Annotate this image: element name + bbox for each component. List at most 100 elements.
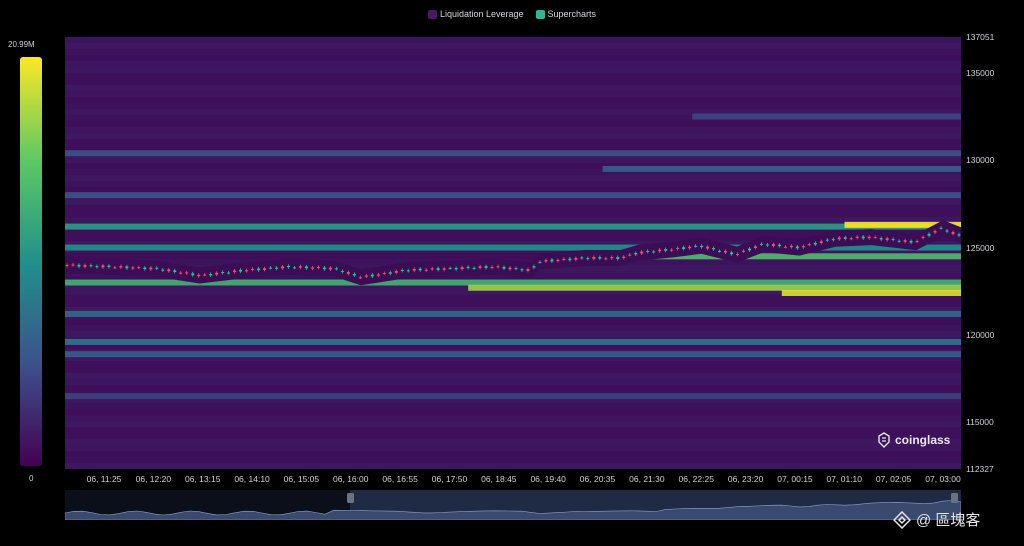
- candle[interactable]: [873, 237, 877, 239]
- candle[interactable]: [281, 266, 285, 269]
- candle[interactable]: [185, 272, 189, 274]
- candle[interactable]: [712, 248, 716, 250]
- candle[interactable]: [334, 268, 338, 270]
- candle[interactable]: [622, 256, 626, 258]
- candle[interactable]: [83, 265, 87, 267]
- candle[interactable]: [125, 266, 129, 269]
- candle[interactable]: [538, 262, 542, 264]
- candle[interactable]: [203, 274, 207, 276]
- candle[interactable]: [89, 265, 93, 267]
- candle[interactable]: [71, 264, 75, 266]
- candle[interactable]: [903, 240, 907, 242]
- candle[interactable]: [442, 268, 446, 270]
- candle[interactable]: [849, 238, 853, 240]
- candle[interactable]: [460, 267, 464, 270]
- candle[interactable]: [496, 266, 500, 268]
- liquidation-band[interactable]: [781, 289, 961, 296]
- candle[interactable]: [598, 257, 602, 259]
- candle[interactable]: [730, 252, 734, 255]
- candle[interactable]: [508, 267, 512, 270]
- candle[interactable]: [436, 268, 440, 271]
- liquidation-band[interactable]: [692, 113, 961, 120]
- candle[interactable]: [909, 240, 913, 243]
- candle[interactable]: [298, 266, 302, 268]
- candle[interactable]: [376, 274, 380, 276]
- candle[interactable]: [340, 271, 344, 273]
- candle[interactable]: [724, 250, 728, 253]
- candle[interactable]: [227, 272, 231, 274]
- candle[interactable]: [885, 238, 889, 241]
- candle[interactable]: [580, 257, 584, 259]
- liquidation-band[interactable]: [65, 393, 961, 400]
- candle[interactable]: [652, 251, 656, 253]
- candle[interactable]: [783, 246, 787, 248]
- candle[interactable]: [610, 257, 614, 259]
- candle[interactable]: [209, 274, 213, 276]
- candle[interactable]: [688, 246, 692, 249]
- candle[interactable]: [448, 268, 452, 270]
- candle[interactable]: [957, 234, 961, 236]
- candle[interactable]: [406, 270, 410, 272]
- candle[interactable]: [586, 258, 590, 260]
- candle[interactable]: [275, 267, 279, 269]
- candle[interactable]: [634, 253, 638, 255]
- candle[interactable]: [472, 267, 476, 269]
- candle[interactable]: [556, 260, 560, 262]
- candle[interactable]: [933, 231, 937, 233]
- candle[interactable]: [364, 275, 368, 277]
- candle[interactable]: [837, 237, 841, 240]
- candle[interactable]: [484, 266, 488, 268]
- candle[interactable]: [316, 267, 320, 269]
- liquidation-band[interactable]: [65, 223, 961, 230]
- legend-item-supercharts[interactable]: Supercharts: [535, 9, 596, 19]
- candle[interactable]: [119, 266, 123, 268]
- liquidation-band[interactable]: [65, 351, 961, 358]
- candle[interactable]: [454, 268, 458, 270]
- candle[interactable]: [795, 246, 799, 249]
- candle[interactable]: [825, 239, 829, 241]
- candle[interactable]: [514, 268, 518, 270]
- candle[interactable]: [358, 277, 362, 279]
- candle[interactable]: [700, 245, 704, 248]
- candle[interactable]: [65, 265, 69, 267]
- candle[interactable]: [879, 238, 883, 240]
- candle[interactable]: [520, 269, 524, 271]
- candle[interactable]: [95, 266, 99, 268]
- candle[interactable]: [819, 241, 823, 243]
- candle[interactable]: [131, 267, 135, 269]
- candle[interactable]: [939, 227, 943, 229]
- liquidation-band[interactable]: [65, 310, 961, 317]
- candle[interactable]: [550, 259, 554, 262]
- candle[interactable]: [646, 250, 650, 252]
- candle[interactable]: [670, 249, 674, 251]
- candle[interactable]: [658, 249, 662, 252]
- candle[interactable]: [706, 246, 710, 249]
- candle[interactable]: [107, 265, 111, 268]
- liquidation-band[interactable]: [65, 150, 961, 157]
- legend-item-liquidation-leverage[interactable]: Liquidation Leverage: [427, 9, 524, 19]
- candle[interactable]: [735, 253, 739, 255]
- candle[interactable]: [628, 254, 632, 256]
- candle[interactable]: [574, 258, 578, 260]
- candle[interactable]: [394, 271, 398, 273]
- candle[interactable]: [640, 251, 644, 254]
- candle[interactable]: [843, 237, 847, 239]
- candle[interactable]: [251, 268, 255, 270]
- candle[interactable]: [532, 266, 536, 268]
- candle[interactable]: [310, 267, 314, 269]
- liquidation-band[interactable]: [65, 338, 961, 345]
- candle[interactable]: [412, 268, 416, 271]
- candle[interactable]: [370, 274, 374, 277]
- candle[interactable]: [568, 258, 572, 261]
- candle[interactable]: [346, 272, 350, 274]
- candle[interactable]: [861, 236, 865, 239]
- candle[interactable]: [215, 272, 219, 275]
- candle[interactable]: [951, 232, 955, 234]
- candle[interactable]: [101, 265, 105, 268]
- liquidation-band[interactable]: [602, 165, 961, 172]
- candle[interactable]: [287, 265, 291, 268]
- candle[interactable]: [915, 241, 919, 243]
- candle[interactable]: [813, 242, 817, 245]
- candle[interactable]: [592, 257, 596, 259]
- candle[interactable]: [418, 268, 422, 271]
